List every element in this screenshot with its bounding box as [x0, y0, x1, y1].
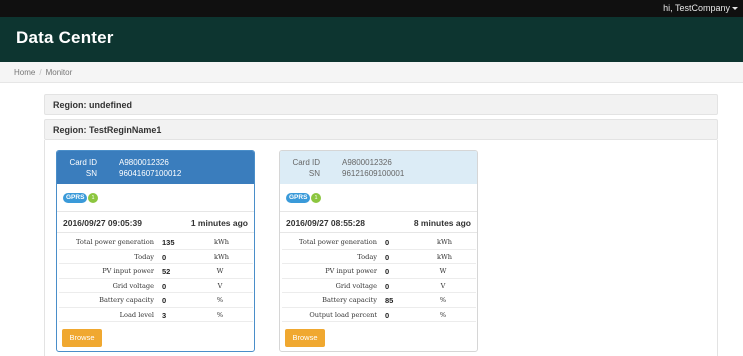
status-count-badge: 1: [311, 193, 321, 203]
last-update-relative: 8 minutes ago: [413, 218, 471, 228]
user-menu[interactable]: hi, TestCompany: [663, 3, 738, 13]
metric-value: 0: [162, 281, 167, 291]
chevron-down-icon[interactable]: [732, 7, 738, 11]
metric-row: Total power generation 135 kWh: [59, 235, 253, 250]
metric-label: Load level: [119, 310, 154, 319]
breadcrumb-current: Monitor: [45, 68, 73, 77]
last-update-time: 2016/09/27 08:55:28: [286, 218, 365, 228]
metric-label: Battery capacity: [99, 296, 154, 304]
metric-row: Battery capacity 85 %: [282, 293, 476, 308]
metric-value: 0: [162, 252, 167, 262]
region-header-undefined[interactable]: Region: undefined: [44, 94, 718, 115]
metric-label: Total power generation: [299, 238, 377, 246]
status-count-badge: 1: [88, 193, 98, 203]
metric-unit: kWh: [214, 238, 230, 246]
metric-value: 3: [162, 310, 167, 320]
metric-value: 0: [385, 281, 390, 291]
metric-unit: kWh: [437, 252, 453, 261]
device-card[interactable]: Card ID A9800012326 SN 96041607100012 GP…: [56, 150, 255, 352]
metric-label: Today: [134, 252, 154, 261]
metric-row: Load level 3 %: [59, 308, 253, 322]
gprs-badge: GPRS: [63, 193, 88, 203]
metric-unit: %: [216, 310, 224, 319]
browse-button[interactable]: Browse: [285, 329, 325, 347]
metric-row: Battery capacity 0 %: [59, 293, 253, 308]
browse-button[interactable]: Browse: [62, 329, 102, 347]
metric-row: Output load percent 0 %: [282, 308, 476, 322]
region-header-testreginname1[interactable]: Region: TestReginName1: [44, 119, 718, 140]
card-id-value: A9800012326: [342, 158, 392, 167]
metrics-table: Total power generation 0 kWh Today 0 kWh…: [282, 235, 476, 322]
metric-row: Today 0 kWh: [59, 250, 253, 264]
region-title: Region: TestReginName1: [53, 125, 162, 135]
gprs-badge: GPRS: [286, 193, 311, 203]
metric-label: Output load percent: [309, 310, 377, 319]
metric-unit: %: [216, 296, 224, 304]
last-update-time: 2016/09/27 09:05:39: [63, 218, 142, 228]
app-title[interactable]: Data Center: [16, 28, 114, 48]
metric-row: Today 0 kWh: [282, 250, 476, 264]
metric-row: PV input power 0 W: [282, 264, 476, 279]
metric-label: Grid voltage: [335, 281, 377, 290]
metric-label: Battery capacity: [322, 296, 377, 304]
metric-unit: %: [439, 296, 447, 304]
metric-value: 85: [385, 296, 394, 305]
metric-label: PV input power: [325, 267, 377, 275]
metric-row: Grid voltage 0 V: [59, 279, 253, 293]
metric-label: Today: [357, 252, 377, 261]
last-update-row: 2016/09/27 09:05:39 1 minutes ago: [57, 211, 254, 233]
metric-unit: %: [439, 310, 447, 319]
metric-row: Total power generation 0 kWh: [282, 235, 476, 250]
breadcrumb-home-link[interactable]: Home: [14, 68, 35, 77]
metric-value: 0: [385, 310, 390, 320]
metric-unit: W: [216, 267, 224, 275]
card-id-label: Card ID: [292, 158, 320, 167]
sn-value: 96041607100012: [119, 169, 182, 178]
metric-value: 135: [162, 238, 175, 247]
last-update-row: 2016/09/27 08:55:28 8 minutes ago: [280, 211, 477, 233]
metric-value: 0: [385, 238, 390, 247]
card-id-value: A9800012326: [119, 158, 169, 167]
breadcrumb: Home / Monitor: [0, 62, 743, 83]
app-header: Data Center: [0, 17, 743, 62]
sn-label: SN: [85, 169, 97, 178]
metric-unit: kWh: [214, 252, 230, 261]
metric-unit: V: [217, 281, 223, 290]
card-id-label: Card ID: [69, 158, 97, 167]
sn-label: SN: [308, 169, 320, 178]
metric-value: 0: [385, 252, 390, 262]
metric-label: Grid voltage: [112, 281, 154, 290]
metric-row: Grid voltage 0 V: [282, 279, 476, 293]
last-update-relative: 1 minutes ago: [190, 218, 248, 228]
device-card[interactable]: Card ID A9800012326 SN 96121609100001 GP…: [279, 150, 478, 352]
metric-row: PV input power 52 W: [59, 264, 253, 279]
metric-unit: kWh: [437, 238, 453, 246]
sn-value: 96121609100001: [342, 169, 405, 178]
device-card-header: Card ID A9800012326 SN 96041607100012: [57, 151, 254, 184]
metric-unit: V: [440, 281, 446, 290]
metric-unit: W: [439, 267, 447, 275]
breadcrumb-separator: /: [39, 68, 42, 77]
region-title: Region: undefined: [53, 100, 132, 110]
metric-value: 52: [162, 267, 171, 276]
top-bar: hi, TestCompany: [0, 0, 743, 17]
metric-label: PV input power: [102, 267, 154, 275]
metric-label: Total power generation: [76, 238, 154, 246]
device-card-header: Card ID A9800012326 SN 96121609100001: [280, 151, 477, 184]
metrics-table: Total power generation 135 kWh Today 0 k…: [59, 235, 253, 322]
user-greeting[interactable]: hi, TestCompany: [663, 3, 730, 13]
metric-value: 0: [162, 296, 167, 305]
metric-value: 0: [385, 267, 390, 276]
